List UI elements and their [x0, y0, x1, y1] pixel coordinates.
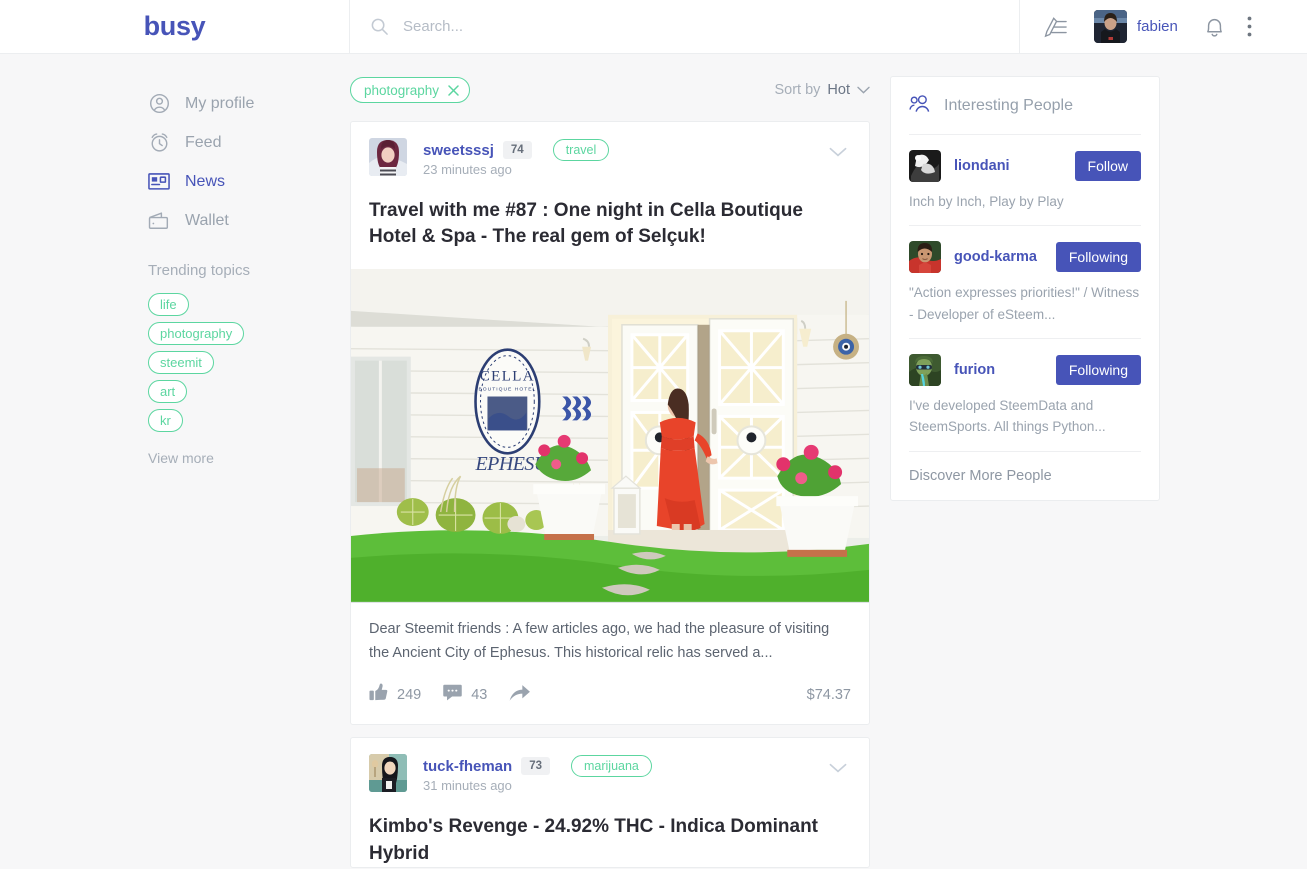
- app-logo[interactable]: busy: [144, 13, 206, 40]
- trending-tags-list: life photography steemit art kr: [148, 293, 350, 438]
- discover-more-people-link[interactable]: Discover More People: [909, 452, 1141, 500]
- thumbs-up-icon: [369, 683, 388, 707]
- person-about: "Action expresses priorities!" / Witness…: [909, 285, 1140, 322]
- post-image[interactable]: CELLA BOUTIQUE HOTEL EPHESUS: [351, 269, 869, 604]
- post-card: tuck-fheman 73 marijuana 31 minutes ago …: [350, 737, 870, 868]
- sidebar-item-my-profile[interactable]: My profile: [148, 84, 350, 123]
- sidebar-item-label: My profile: [185, 94, 255, 112]
- reputation-badge: 74: [502, 141, 532, 159]
- avatar[interactable]: [1094, 10, 1127, 43]
- post-payout: $74.37: [806, 687, 851, 704]
- user-area: fabien: [1020, 0, 1307, 53]
- post-category-tag[interactable]: marijuana: [570, 755, 652, 778]
- post-timestamp: 31 minutes ago: [423, 778, 512, 794]
- share-arrow-icon: [509, 684, 531, 707]
- search-input[interactable]: [403, 18, 988, 35]
- clock-alarm-icon: [148, 132, 170, 154]
- sidebar-item-feed[interactable]: Feed: [148, 123, 350, 162]
- sort-by-value: Hot: [827, 82, 850, 98]
- like-button[interactable]: 249: [369, 683, 421, 707]
- avatar[interactable]: [369, 754, 407, 793]
- person-about: Inch by Inch, Play by Play: [909, 194, 1064, 209]
- wallet-icon: [148, 210, 170, 232]
- following-button[interactable]: Following: [1055, 354, 1141, 385]
- post-card: sweetsssj 74 travel 23 minutes ago Trave…: [350, 121, 870, 726]
- avatar[interactable]: [369, 138, 407, 176]
- person-item: good-karma Following "Action expresses p…: [909, 226, 1141, 339]
- sidebar-item-wallet[interactable]: Wallet: [148, 201, 350, 240]
- person-name[interactable]: furion: [954, 362, 995, 378]
- post-excerpt: Dear Steemit friends : A few articles ag…: [369, 621, 830, 661]
- person-item: furion Following I've developed SteemDat…: [909, 339, 1141, 452]
- post-timestamp: 23 minutes ago: [423, 162, 512, 177]
- search-bar[interactable]: [350, 0, 1020, 53]
- person-name[interactable]: liondani: [954, 158, 1010, 174]
- post-meta: tuck-fheman 73 marijuana 31 minutes ago: [423, 754, 851, 795]
- post-header: sweetsssj 74 travel 23 minutes ago: [351, 122, 869, 179]
- view-more-link[interactable]: View more: [148, 450, 350, 466]
- bell-icon[interactable]: [1204, 16, 1225, 38]
- avatar[interactable]: [909, 353, 941, 386]
- reputation-badge: 73: [521, 757, 550, 776]
- interesting-people-title: Interesting People: [944, 97, 1073, 114]
- active-filter-pill[interactable]: photography: [350, 77, 471, 103]
- sidebar-item-label: Feed: [185, 133, 222, 151]
- following-button[interactable]: Following: [1055, 242, 1141, 273]
- share-button[interactable]: [509, 684, 531, 707]
- trending-tag[interactable]: life: [148, 293, 189, 316]
- post-feed: photography Sort by Hot sweetsssj 74 tra…: [350, 54, 890, 869]
- right-sidebar: Interesting People liondani Follow Inch …: [890, 54, 1307, 869]
- svg-text:CELLA: CELLA: [480, 369, 535, 385]
- user-circle-icon: [148, 93, 170, 115]
- avatar[interactable]: [909, 241, 941, 274]
- sidebar-item-label: Wallet: [185, 211, 229, 229]
- trending-topics-heading: Trending topics: [148, 262, 250, 279]
- left-sidebar: My profile Feed News Wallet Trending top…: [0, 54, 350, 869]
- person-item: liondani Follow Inch by Inch, Play by Pl…: [909, 135, 1141, 227]
- pen-write-icon[interactable]: [1044, 16, 1068, 38]
- post-category-tag[interactable]: travel: [552, 139, 610, 161]
- post-title[interactable]: Travel with me #87 : One night in Cella …: [351, 179, 869, 250]
- post-title[interactable]: Kimbo's Revenge - 24.92% THC - Indica Do…: [351, 795, 869, 866]
- post-header: tuck-fheman 73 marijuana 31 minutes ago: [351, 738, 869, 795]
- trending-tag[interactable]: photography: [148, 322, 245, 345]
- person-name[interactable]: good-karma: [954, 249, 1037, 265]
- chevron-down-icon[interactable]: [829, 144, 847, 162]
- close-icon[interactable]: [448, 84, 459, 96]
- search-icon: [370, 17, 389, 36]
- comment-icon: [443, 684, 462, 706]
- interesting-people-header: Interesting People: [909, 77, 1141, 135]
- avatar[interactable]: [909, 150, 941, 182]
- interesting-people-card: Interesting People liondani Follow Inch …: [890, 76, 1160, 501]
- people-group-icon: [909, 94, 931, 118]
- vertical-dots-icon[interactable]: [1247, 16, 1252, 37]
- sidebar-item-news[interactable]: News: [148, 162, 350, 201]
- post-author[interactable]: tuck-fheman: [423, 758, 512, 775]
- sort-by-dropdown[interactable]: Sort by Hot: [774, 81, 870, 99]
- sort-by-label: Sort by: [774, 82, 821, 98]
- person-about: I've developed SteemData and SteemSports…: [909, 397, 1106, 435]
- trending-tag[interactable]: kr: [148, 409, 183, 432]
- trending-tag[interactable]: art: [148, 380, 188, 403]
- feed-filter-bar: photography Sort by Hot: [350, 76, 870, 104]
- username-label[interactable]: fabien: [1137, 18, 1178, 35]
- chevron-down-icon: [857, 81, 870, 99]
- trending-tag[interactable]: steemit: [148, 351, 214, 374]
- chevron-down-icon[interactable]: [829, 760, 847, 778]
- post-actions: 249 43 $74.37: [351, 665, 869, 724]
- post-meta: sweetsssj 74 travel 23 minutes ago: [423, 138, 851, 179]
- comment-count: 43: [471, 687, 488, 704]
- news-card-icon: [148, 171, 170, 193]
- brand-cell: busy: [0, 0, 350, 53]
- active-filter-label: photography: [364, 82, 440, 98]
- sidebar-item-label: News: [185, 172, 226, 190]
- svg-text:BOUTIQUE HOTEL: BOUTIQUE HOTEL: [478, 387, 536, 393]
- comment-button[interactable]: 43: [443, 684, 487, 706]
- post-author[interactable]: sweetsssj: [423, 142, 494, 159]
- top-navigation-bar: busy Search... fabien: [0, 0, 1307, 54]
- follow-button[interactable]: Follow: [1074, 151, 1141, 181]
- like-count: 249: [397, 687, 422, 704]
